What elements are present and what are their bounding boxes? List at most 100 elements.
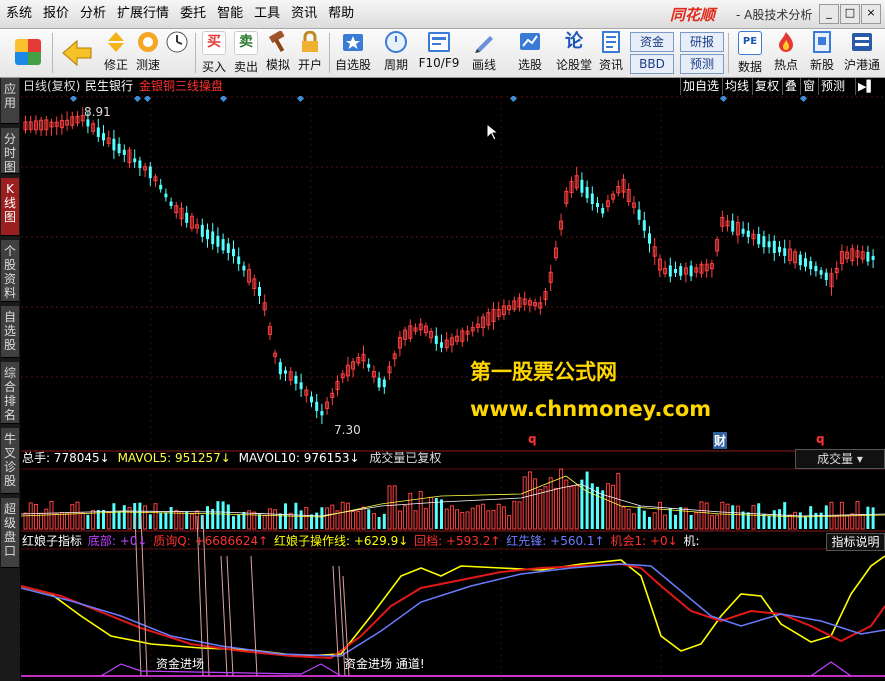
event-marker-q1[interactable]: q [528,432,537,446]
chart-area[interactable] [21,96,885,681]
sidebar-tab-7[interactable]: 超 级 盘 口 [1,498,19,568]
candle-body [731,220,735,232]
speed-test-button[interactable]: 测速 [132,31,164,75]
indicator-name[interactable]: 红娘子指标 [22,534,82,548]
period-label[interactable]: 日线(复权) [23,78,80,95]
star-icon [343,34,363,51]
menu-system[interactable]: 系统 [0,0,37,28]
candle-body [778,246,781,253]
event-marker-q2[interactable]: q [816,432,825,446]
adjust-button[interactable]: 复权 [752,78,781,95]
volume-bar [709,515,714,530]
hot-label: 热点 [773,58,798,72]
candle-body [642,220,646,231]
candle-body [242,265,246,271]
ind-query: 质询Q: +6686624↑ [153,534,269,548]
menu-extended-quotes[interactable]: 扩展行情 [111,0,174,28]
volume-bar [449,505,454,530]
sidebar-tab-4[interactable]: 自 选 股 [1,306,19,358]
ipo-button[interactable]: 新股 [806,31,838,75]
volume-bar [601,490,605,529]
f10-icon [428,32,450,52]
volume-bar [340,501,345,530]
sidebar-tab-3[interactable]: 个 股 资 料 [1,240,19,302]
f10-button[interactable]: F10/F9 [418,31,460,75]
menu-analysis[interactable]: 分析 [74,0,111,28]
volume-bar [189,513,194,530]
volume-bar [371,513,376,530]
ma-button[interactable]: 均线 [722,78,751,95]
data-button[interactable]: PE 数据 [734,31,766,75]
sidebar-tab-1[interactable]: 分 时 图 [1,128,19,174]
menu-quotes[interactable]: 报价 [37,0,74,28]
overlay-button[interactable]: 叠 [782,78,799,95]
menu-trade[interactable]: 委托 [174,0,211,28]
hot-button[interactable]: 热点 [770,31,802,75]
candle-body [159,184,163,190]
draw-line-label: 画线 [471,58,496,72]
indicator-help-button[interactable]: 指标说明 [826,533,885,551]
sidebar-tab-0[interactable]: 应 用 [1,78,19,124]
window-button[interactable]: 窗 [800,78,817,95]
event-marker-finance[interactable]: 财 [713,432,728,449]
volume-bar [527,471,532,530]
watchlist-button[interactable]: 自选股 [333,31,373,75]
back-arrow-icon [62,39,92,67]
news-button[interactable]: 资讯 [596,31,626,75]
revise-button[interactable]: 修正 [100,31,132,75]
minimize-button[interactable]: _ [819,4,839,24]
sell-button[interactable]: 卖 卖出 [231,31,261,75]
draw-line-button[interactable]: 画线 [466,31,502,75]
capital-button[interactable]: 资金 [630,32,674,52]
bbd-button[interactable]: BBD [630,54,674,74]
research-button[interactable]: 研报 [680,32,724,52]
expand-icon[interactable]: ▶▌ [855,78,877,95]
sidebar-tab-5[interactable]: 综 合 排 名 [1,362,19,424]
forum-button[interactable]: 论 论股堂 [554,31,594,75]
menu-help[interactable]: 帮助 [322,0,359,28]
kline-header: 日线(复权) 民生银行 金银铜三线操盘 加自选 均线 复权 叠 窗 预测 ▶▌ [21,78,885,95]
watermark-url: www.chnmoney.com [470,397,712,421]
period-button[interactable]: 周期 [378,31,414,75]
back-button[interactable] [60,31,94,75]
close-button[interactable]: × [861,4,881,24]
volume-bar [486,510,491,530]
candle-body [814,265,818,272]
f10-label: F10/F9 [418,56,460,70]
layout-icon [15,39,41,65]
simulate-button[interactable]: 模拟 [263,31,293,75]
sidebar-tab-2[interactable]: K 线 图 [1,178,19,236]
candle-body [434,335,438,344]
volume-bar [548,477,553,530]
menu-tools[interactable]: 工具 [248,0,285,28]
volume-bar [757,503,761,529]
open-account-button[interactable]: 开户 [295,31,325,75]
candle-body [169,201,173,206]
chance-spike [332,565,340,677]
maximize-button[interactable]: □ [840,4,860,24]
formula-name[interactable]: 金银铜三线操盘 [139,78,223,95]
volume-bar [54,513,59,530]
stock-select-button[interactable]: 选股 [508,31,552,75]
stock-name: 民生银行 [85,79,134,93]
candle-body [590,193,594,204]
volume-dropdown[interactable]: 成交量 ▾ [795,449,885,469]
volume-bar [824,505,828,529]
volume-bar [49,500,54,530]
menu-smart[interactable]: 智能 [211,0,248,28]
forecast-kline-button[interactable]: 预测 [818,78,847,95]
sidebar-tab-6[interactable]: 牛 叉 诊 股 [1,428,19,494]
capital-entry-note-1: 资金进场 [156,657,205,671]
hk-connect-button[interactable]: 沪港通 [842,31,882,75]
forecast-button[interactable]: 预测 [680,54,724,74]
news-icon [602,31,620,53]
buy-button[interactable]: 买 买入 [199,31,229,75]
volume-bar [751,505,756,530]
volume-bar [481,503,486,530]
volume-bar [616,473,621,530]
clock-button[interactable] [165,31,189,75]
layout-button[interactable] [10,31,46,75]
menu-news[interactable]: 资讯 [285,0,322,28]
add-watchlist-button[interactable]: 加自选 [680,78,721,95]
candle-body [772,240,776,254]
